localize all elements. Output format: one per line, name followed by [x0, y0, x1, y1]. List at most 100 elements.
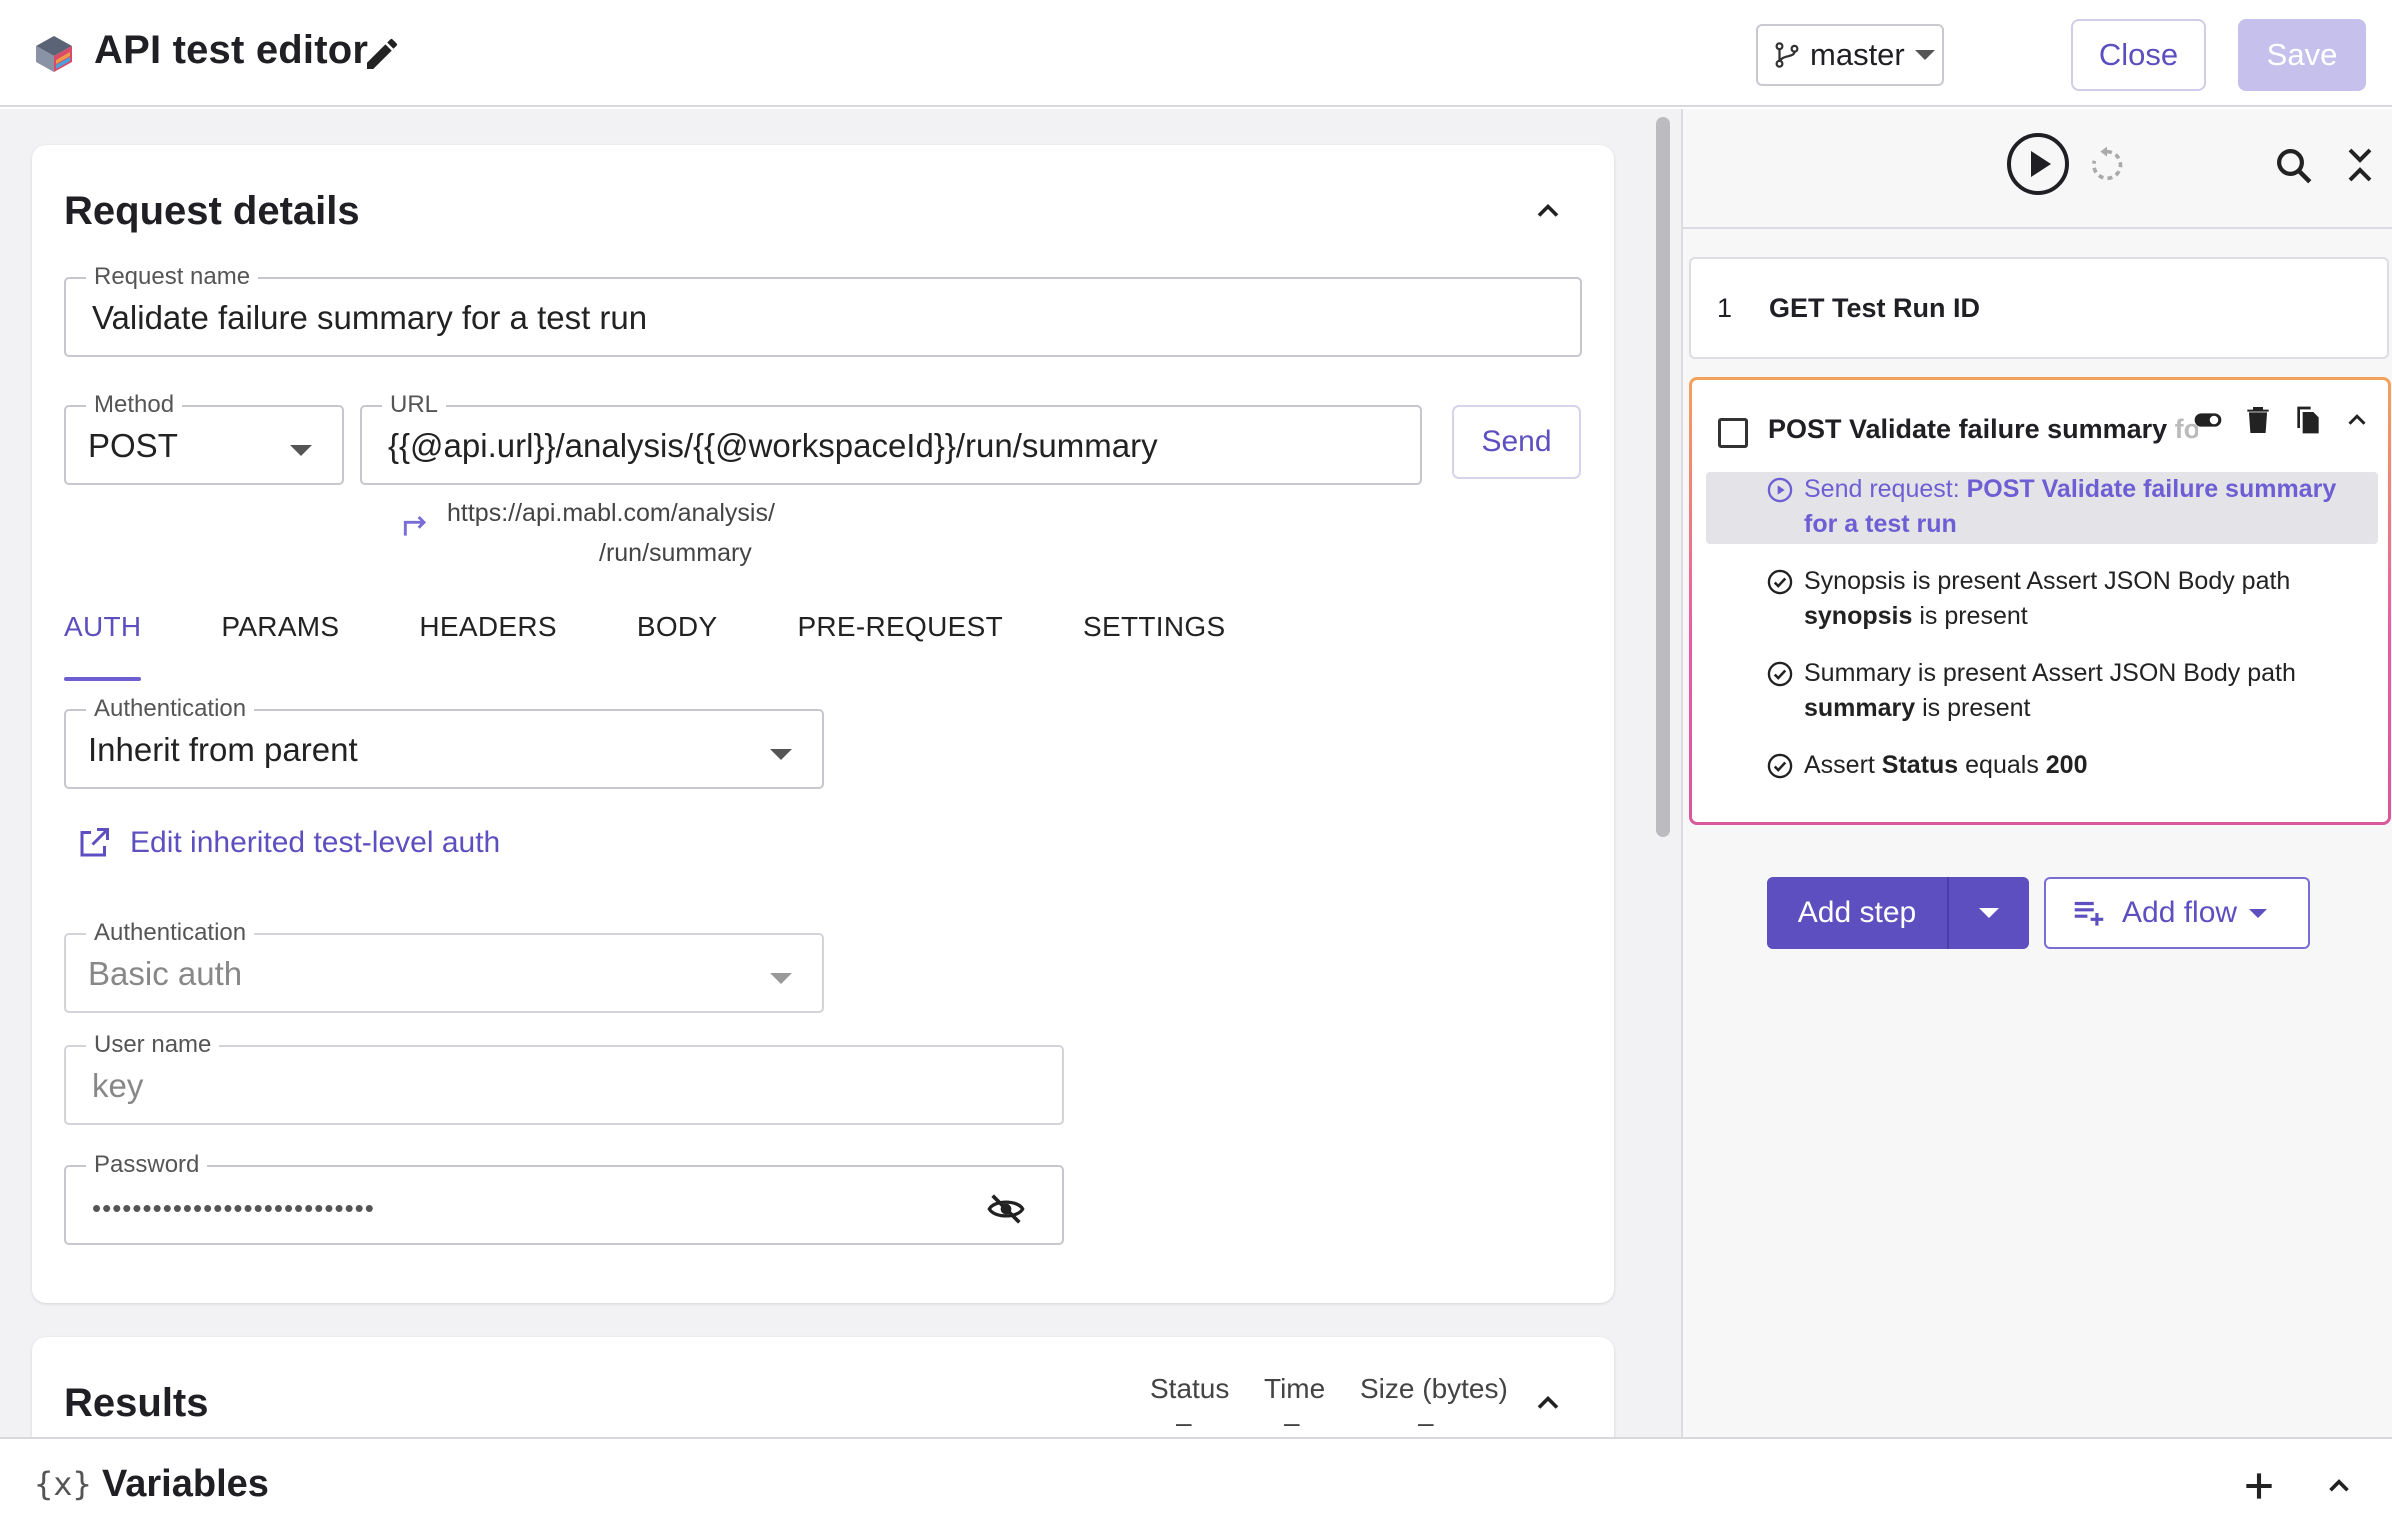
results-card: Results Status Time Size (bytes) – – – [32, 1337, 1614, 1437]
authentication-value: Inherit from parent [88, 731, 358, 768]
tab-settings[interactable]: SETTINGS [1083, 611, 1225, 681]
substep-summary-suffix: is present [1915, 694, 2031, 722]
results-status-header: Status [1150, 1373, 1230, 1404]
app-header: API test editor master Close Save [0, 0, 2392, 107]
request-details-title: Request details [64, 189, 360, 233]
tab-params[interactable]: PARAMS [221, 611, 339, 681]
substep-synopsis-text: Synopsis is present Assert JSON Body pat… [1804, 567, 2291, 595]
step-number: 1 [1717, 293, 1733, 323]
substep-summary-assert[interactable]: Summary is present Assert JSON Body path… [1706, 656, 2378, 728]
chevron-down-icon [770, 749, 792, 760]
substep-status-value: 200 [2045, 751, 2088, 779]
step-item[interactable]: 1 GET Test Run ID [1689, 257, 2389, 359]
branch-selector[interactable]: master [1756, 24, 1944, 86]
substep-status-prefix: Assert [1804, 751, 1882, 779]
substep-synopsis-path: synopsis [1804, 602, 1913, 630]
plus-icon[interactable] [2240, 1467, 2278, 1505]
step-title-text: POST Validate failure summary [1768, 414, 2175, 444]
url-value: {{@api.url}}/analysis/{{@workspaceId}}/r… [388, 427, 1158, 464]
step-name: GET Test Run ID [1769, 293, 1981, 323]
request-editor-panel: Request details Request name Validate fa… [0, 109, 1645, 1437]
send-button[interactable]: Send [1452, 405, 1581, 479]
resolved-url-preview: https://api.mabl.com/analysis/ /run/summ… [447, 493, 775, 573]
inherited-authentication-select: Authentication Basic auth [64, 919, 824, 1013]
chevron-up-icon[interactable] [2342, 405, 2372, 435]
open-in-new-icon [80, 828, 109, 857]
substep-synopsis-suffix: is present [1912, 602, 2028, 630]
tab-headers[interactable]: HEADERS [419, 611, 556, 681]
branch-label: master [1810, 37, 1905, 72]
subdirectory-arrow-icon [403, 515, 427, 536]
method-label: Method [86, 391, 183, 419]
eye-off-icon[interactable] [986, 1189, 1026, 1229]
chevron-up-icon[interactable] [2322, 1469, 2356, 1503]
tab-body[interactable]: BODY [637, 611, 718, 681]
rerun-icon[interactable] [2087, 145, 2127, 185]
request-details-card: Request details Request name Validate fa… [32, 145, 1614, 1303]
add-flow-button[interactable]: Add flow [2044, 877, 2310, 949]
request-name-label: Request name [86, 263, 259, 291]
url-field[interactable]: URL {{@api.url}}/analysis/{{@workspaceId… [360, 391, 1422, 485]
search-icon[interactable] [2273, 145, 2315, 187]
tab-auth[interactable]: AUTH [64, 611, 142, 681]
resolved-url-line2: /run/summary [599, 539, 752, 567]
request-name-value: Validate failure summary for a test run [92, 299, 648, 336]
add-flow-label: Add flow [2122, 896, 2238, 929]
save-button[interactable]: Save [2238, 19, 2366, 91]
username-label: User name [86, 1031, 220, 1059]
tab-pre-request[interactable]: PRE-REQUEST [797, 611, 1003, 681]
editor-scrollbar[interactable] [1645, 109, 1681, 1437]
play-circle-icon[interactable] [2005, 131, 2071, 197]
chevron-up-icon[interactable] [1530, 193, 1566, 229]
username-field: User name key [64, 1031, 1064, 1125]
mabl-logo-icon [36, 36, 72, 72]
steps-toolbar [1683, 109, 2392, 229]
variables-icon: {x} [34, 1465, 92, 1503]
password-field[interactable]: Password •••••••••••••••••••••••••••• [64, 1151, 1064, 1245]
substep-status-field: Status [1881, 751, 1959, 779]
chevron-down-icon [1979, 908, 1999, 918]
check-circle-icon [1767, 661, 1793, 687]
method-select[interactable]: Method POST [64, 391, 344, 485]
play-circle-outline-icon [1767, 477, 1793, 503]
trash-icon[interactable] [2242, 404, 2274, 436]
chevron-up-icon[interactable] [1530, 1385, 1566, 1421]
resolved-url-line1: https://api.mabl.com/analysis/ [447, 499, 775, 527]
substep-synopsis-assert[interactable]: Synopsis is present Assert JSON Body pat… [1706, 564, 2378, 636]
request-name-field[interactable]: Request name Validate failure summary fo… [64, 263, 1582, 357]
add-step-button[interactable]: Add step [1767, 896, 1947, 930]
add-step-split-button: Add step [1767, 877, 2029, 949]
step-checkbox[interactable] [1718, 418, 1748, 448]
steps-panel: 1 GET Test Run ID POST Validate failure … [1681, 109, 2392, 1437]
check-circle-icon [1767, 753, 1793, 779]
authentication-select[interactable]: Authentication Inherit from parent [64, 695, 824, 789]
scrollbar-thumb[interactable] [1656, 117, 1670, 837]
url-label: URL [382, 391, 447, 419]
inherited-authentication-label: Authentication [86, 919, 255, 947]
toggle-icon[interactable] [2192, 404, 2224, 436]
step-item-selected[interactable]: POST Validate failure summary fo Send re… [1689, 377, 2391, 825]
substep-summary-path: summary [1804, 694, 1916, 722]
git-branch-icon [1775, 42, 1799, 68]
pencil-icon[interactable] [362, 34, 402, 74]
results-time-header: Time [1264, 1373, 1326, 1404]
method-value: POST [88, 427, 178, 464]
chevron-down-icon [770, 973, 792, 984]
step-actions [2192, 404, 2390, 436]
substep-summary-text: Summary is present Assert JSON Body path [1804, 659, 2296, 687]
substep-status-assert[interactable]: Assert Status equals 200 [1706, 748, 2378, 788]
add-step-dropdown-button[interactable] [1949, 908, 2029, 918]
chevron-down-icon [1914, 50, 1935, 60]
substep-status-mid: equals [1958, 751, 2046, 779]
check-circle-icon [1767, 569, 1793, 595]
edit-inherited-auth-link[interactable]: Edit inherited test-level auth [76, 825, 500, 861]
substep-send-request[interactable]: Send request: POST Validate failure summ… [1706, 472, 2378, 544]
copy-icon[interactable] [2292, 404, 2324, 436]
results-title: Results [64, 1381, 209, 1425]
collapse-all-icon[interactable] [2343, 145, 2377, 185]
close-button[interactable]: Close [2071, 19, 2206, 91]
password-value: •••••••••••••••••••••••••••• [92, 1193, 375, 1223]
results-size-header: Size (bytes) [1360, 1373, 1508, 1404]
results-time-value: – [1284, 1407, 1300, 1437]
playlist-add-icon [2074, 901, 2104, 926]
